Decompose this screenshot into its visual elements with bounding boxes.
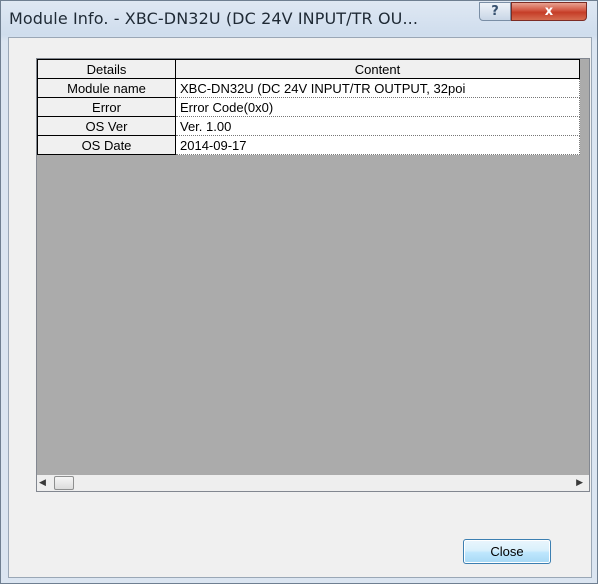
module-info-dialog: Module Info. - XBC-DN32U (DC 24V INPUT/T… xyxy=(0,0,598,584)
window-close-button[interactable]: x xyxy=(511,2,587,21)
title-bar[interactable]: Module Info. - XBC-DN32U (DC 24V INPUT/T… xyxy=(1,1,597,37)
grid-viewport: Details Content Module name XBC-DN32U (D… xyxy=(37,59,589,475)
help-button[interactable]: ? xyxy=(479,2,511,21)
info-grid: Details Content Module name XBC-DN32U (D… xyxy=(36,58,590,492)
row-value-error[interactable]: Error Code(0x0) xyxy=(175,97,580,117)
column-header-content[interactable]: Content xyxy=(175,59,580,79)
row-value-module-name[interactable]: XBC-DN32U (DC 24V INPUT/TR OUTPUT, 32poi xyxy=(175,78,580,98)
row-label-error: Error xyxy=(37,97,176,117)
dialog-client-area: Details Content Module name XBC-DN32U (D… xyxy=(8,37,592,578)
row-value-os-date[interactable]: 2014-09-17 xyxy=(175,135,580,155)
scroll-left-arrow-icon[interactable]: ◀ xyxy=(39,478,46,488)
table-row[interactable]: OS Date 2014-09-17 xyxy=(37,135,580,155)
table-row[interactable]: OS Ver Ver. 1.00 xyxy=(37,116,580,136)
row-label-module-name: Module name xyxy=(37,78,176,98)
module-info-table: Details Content Module name XBC-DN32U (D… xyxy=(37,59,580,155)
scroll-right-arrow-icon[interactable]: ▶ xyxy=(576,478,583,488)
table-row[interactable]: Module name XBC-DN32U (DC 24V INPUT/TR O… xyxy=(37,78,580,98)
table-row[interactable]: Error Error Code(0x0) xyxy=(37,97,580,117)
close-button[interactable]: Close xyxy=(463,539,551,564)
horizontal-scrollbar[interactable]: ◀ ▶ xyxy=(37,475,589,491)
table-header-row: Details Content xyxy=(37,59,580,79)
scrollbar-thumb[interactable] xyxy=(54,476,74,490)
row-label-os-date: OS Date xyxy=(37,135,176,155)
row-value-os-ver[interactable]: Ver. 1.00 xyxy=(175,116,580,136)
row-label-os-ver: OS Ver xyxy=(37,116,176,136)
window-title: Module Info. - XBC-DN32U (DC 24V INPUT/T… xyxy=(9,9,419,28)
column-header-details[interactable]: Details xyxy=(37,59,176,79)
